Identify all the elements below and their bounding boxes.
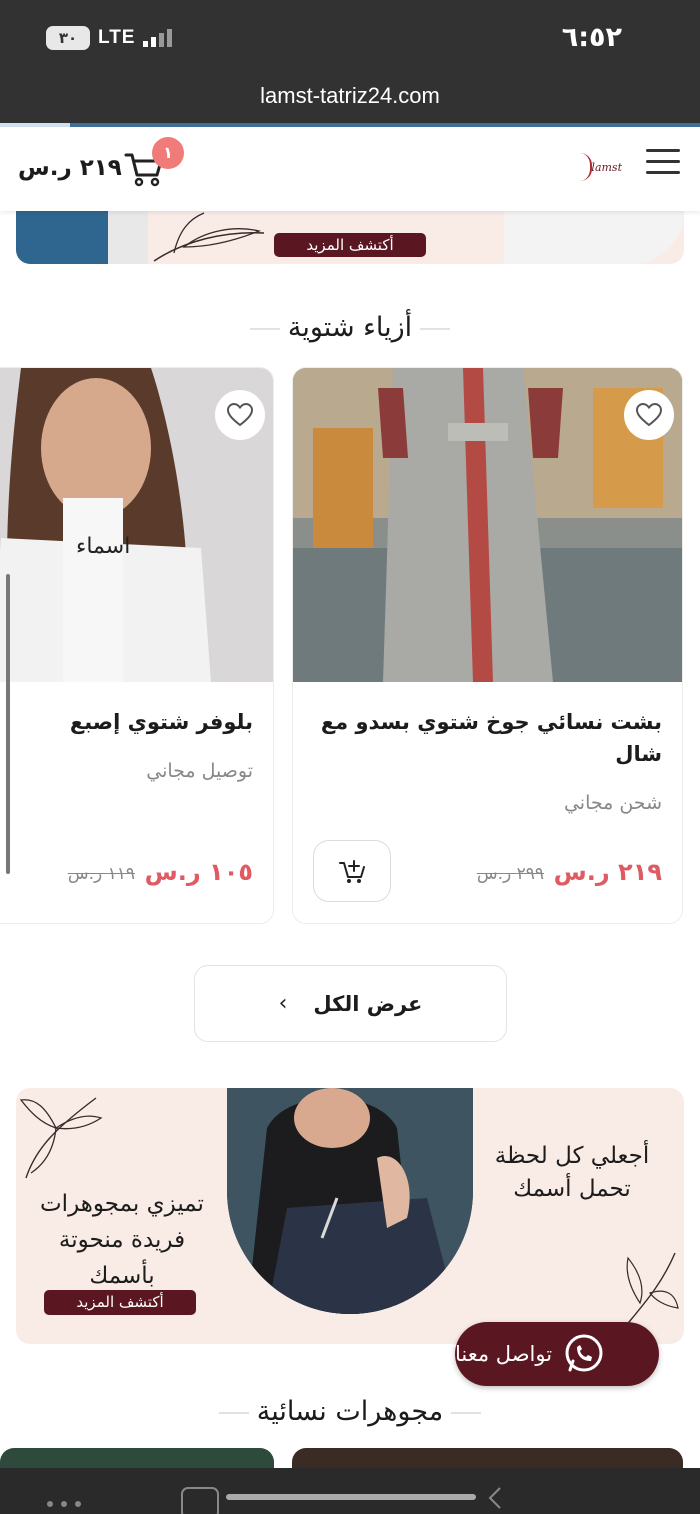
discover-more-button[interactable]: أكتشف المزيد [44,1290,196,1315]
whatsapp-label: تواصل معنا [455,1342,553,1366]
product-shipping: توصيل مجاني [146,760,253,782]
battery-icon: ٣٠ [46,26,90,50]
jewelry-promo-banner[interactable]: أجعلي كل لحظة تحمل أسمك تميزي بمجوهرات ف… [16,1088,684,1344]
banner-photo-left [16,211,148,264]
product-title[interactable]: بلوفر شتوي إصبع [70,706,253,738]
add-to-cart-button[interactable] [313,840,391,902]
banner-photo-right [504,211,684,264]
chevron-left-icon: ‹ [278,991,288,1016]
tagline-line: بأسمك [89,1263,155,1289]
promo-banner-top[interactable]: أكتشف المزيد [16,211,684,264]
whatsapp-contact-button[interactable]: تواصل معنا [455,1322,659,1386]
favorite-heart-icon[interactable] [215,390,265,440]
banner-tagline-left: تميزي بمجوهرات فريدة منحوتة بأسمك [22,1186,222,1294]
cart-total[interactable]: ٢١٩ ر.س [18,155,122,181]
leaf-decoration-icon [153,212,265,262]
site-header: lamst ١ ٢١٩ ر.س [0,127,700,211]
tagline-line: فريدة منحوتة [58,1227,186,1253]
url-bar[interactable]: lamst-tatriz24.com [0,80,700,124]
discover-more-button[interactable]: أكتشف المزيد [274,233,426,257]
view-all-button[interactable]: ‹ عرض الكل [194,965,507,1042]
product-price: ٢١٩ ر.س [553,858,662,886]
tagline-line: تميزي بمجوهرات [40,1191,204,1217]
product-card[interactable]: اسماء بلوفر شتوي إصبع توصيل مجاني ١٠٥ ر.… [0,367,274,924]
svg-text:اسماء: اسماء [76,534,130,559]
tagline-line: أجعلي كل لحظة [494,1143,650,1169]
network-type: LTE [98,27,136,48]
status-bar: ٣٠ LTE ٦:٥٢ [0,0,700,80]
product-card[interactable]: بشت نسائي جوخ شتوي بسدو مع شال شحن مجاني… [292,367,683,924]
scroll-indicator [6,574,10,874]
menu-icon[interactable] [646,149,680,179]
add-to-cart-icon [339,860,365,883]
view-all-label: عرض الكل [313,991,423,1016]
section-title-jewelry: مجوهرات نسائية [0,1396,700,1427]
url-text: lamst-tatriz24.com [260,83,440,108]
section-title-text: مجوهرات نسائية [256,1396,444,1427]
site-logo[interactable]: lamst [574,149,622,189]
status-time: ٦:٥٢ [561,22,622,53]
browser-toolbar [0,1468,700,1514]
status-indicators: ٣٠ LTE [46,26,173,50]
section-title-text: أزياء شتوية [287,312,413,343]
product-title[interactable]: بشت نسائي جوخ شتوي بسدو مع شال [312,706,662,770]
jewelry-photo [227,1088,473,1314]
product-old-price: ٢٩٩ ر.س [476,864,544,884]
signal-icon [143,29,173,47]
lily-decoration-icon [19,1097,103,1179]
product-shipping: شحن مجاني [563,792,662,814]
favorite-heart-icon[interactable] [624,390,674,440]
tagline-line: تحمل أسمك [513,1176,631,1202]
cart-count-badge: ١ [152,137,184,169]
banner-tagline-right: أجعلي كل لحظة تحمل أسمك [472,1140,672,1206]
logo-text: lamst [591,161,622,174]
product-price: ١٠٥ ر.س [144,858,253,886]
whatsapp-icon [565,1334,603,1372]
section-title-winter: أزياء شتوية [0,312,700,343]
product-old-price: ١١٩ ر.س [67,864,135,884]
